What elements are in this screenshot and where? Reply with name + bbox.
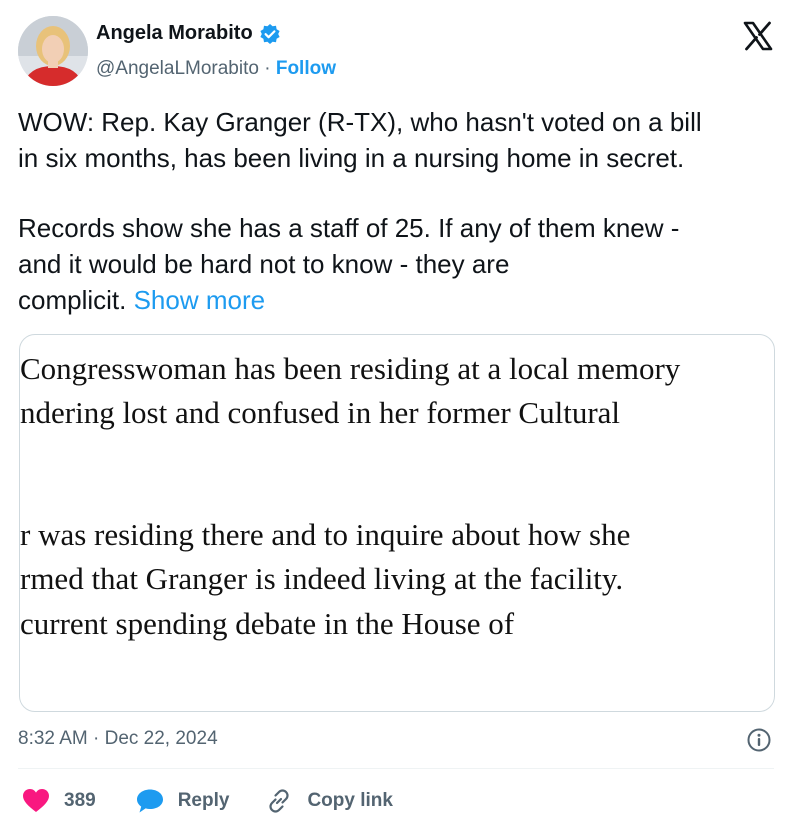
like-count: 389 [64, 790, 96, 811]
tweet-text: WOW: Rep. Kay Granger (R-TX), who hasn't… [18, 104, 778, 318]
avatar[interactable] [18, 16, 88, 86]
verified-badge-icon [260, 23, 280, 44]
tweet-card: Angela Morabito @AngelaLMorabito · Follo… [0, 0, 788, 826]
action-bar: 389 Reply Copy link [22, 786, 393, 816]
media-text-line: r was residing there and to inquire abou… [20, 517, 631, 552]
timestamp-time: 8:32 AM [18, 728, 88, 749]
tweet-text-line: Records show she has a staff of 25. If a… [18, 213, 680, 243]
like-button[interactable]: 389 [22, 788, 96, 814]
author-handle[interactable]: @AngelaLMorabito [96, 58, 259, 79]
media-text-line: rmed that Granger is indeed living at th… [20, 561, 624, 596]
tweet-text-last-line: complicit. Show more [18, 282, 778, 318]
copy-link-button[interactable]: Copy link [265, 787, 393, 815]
avatar-image [18, 16, 88, 86]
author-handle-row: @AngelaLMorabito · Follow [96, 58, 336, 80]
tweet-timestamp[interactable]: 8:32 AM · Dec 22, 2024 [18, 728, 218, 750]
author-name[interactable]: Angela Morabito [96, 22, 253, 45]
divider [18, 768, 774, 769]
media-text-line: Congresswoman has been residing at a loc… [20, 351, 681, 386]
timestamp-date: Dec 22, 2024 [104, 728, 218, 749]
media-text-line: current spending debate in the House of [20, 606, 515, 641]
handle-separator: · [264, 58, 271, 79]
author-name-row: Angela Morabito [96, 22, 281, 45]
reply-label: Reply [177, 790, 230, 811]
tweet-text-line: and it would be hard not to know - they … [18, 249, 510, 279]
speech-bubble-icon [136, 789, 163, 813]
show-more-link[interactable]: Show more [134, 285, 266, 315]
tweet-text-fragment: complicit. [18, 285, 127, 315]
media-card[interactable]: Congresswoman has been residing at a loc… [19, 334, 775, 712]
info-icon[interactable] [746, 727, 772, 753]
copy-link-label: Copy link [307, 790, 393, 811]
reply-button[interactable]: Reply [136, 788, 230, 814]
timestamp-separator: · [93, 728, 100, 749]
media-text-line: ndering lost and confused in her former … [20, 395, 621, 430]
follow-button[interactable]: Follow [276, 58, 336, 79]
tweet-text-line: in six months, has been living in a nurs… [18, 143, 685, 173]
link-icon [269, 789, 290, 813]
x-logo-icon[interactable] [742, 20, 774, 52]
tweet-text-line: WOW: Rep. Kay Granger (R-TX), who hasn't… [18, 107, 702, 137]
heart-icon [23, 789, 49, 812]
